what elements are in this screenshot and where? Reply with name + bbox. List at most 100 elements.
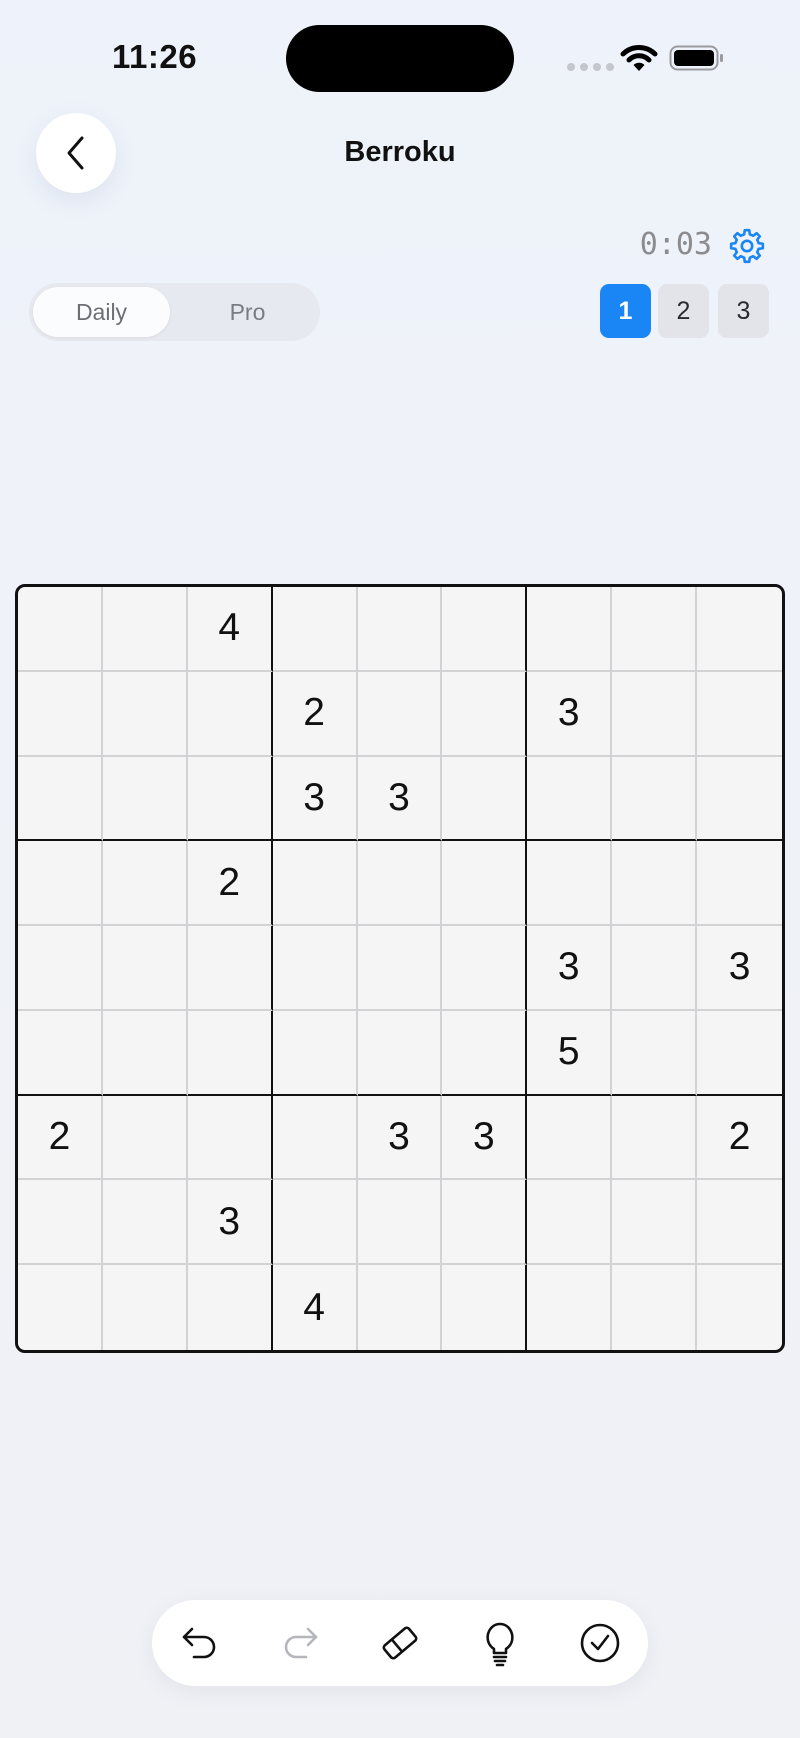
grid-cell[interactable]	[102, 926, 188, 1011]
grid-cell[interactable]	[187, 1095, 273, 1181]
grid-cell[interactable]	[442, 756, 528, 842]
grid-cell[interactable]	[697, 841, 782, 927]
grid-cell[interactable]	[102, 841, 188, 927]
grid-cell[interactable]	[18, 587, 103, 672]
grid-cell[interactable]	[612, 1180, 698, 1266]
grid-cell[interactable]	[18, 841, 103, 927]
check-circle-icon	[580, 1623, 620, 1663]
grid-cell[interactable]	[357, 926, 443, 1011]
bottom-toolbar	[152, 1600, 648, 1686]
grid-cell[interactable]	[102, 1010, 188, 1096]
grid-cell[interactable]: 3	[357, 756, 443, 842]
grid-cell[interactable]: 2	[697, 1096, 782, 1181]
puzzle-board: 423332335233234	[15, 584, 785, 1353]
grid-cell[interactable]	[102, 587, 188, 672]
grid-cell[interactable]	[357, 841, 443, 927]
grid-cell[interactable]	[18, 1010, 103, 1096]
grid-cell[interactable]	[442, 1010, 528, 1096]
tab-pro[interactable]: Pro	[179, 287, 316, 337]
grid-cell[interactable]	[357, 587, 443, 672]
grid-cell[interactable]	[527, 1265, 613, 1350]
puzzle-grid: 423332335233234	[18, 587, 782, 1350]
grid-cell[interactable]: 3	[357, 1095, 443, 1181]
grid-cell[interactable]	[18, 926, 103, 1011]
grid-cell[interactable]: 4	[187, 587, 273, 672]
grid-cell[interactable]	[612, 756, 698, 842]
grid-cell[interactable]	[272, 841, 358, 927]
grid-cell[interactable]: 4	[273, 1265, 358, 1350]
level-1-button[interactable]: 1	[600, 284, 651, 338]
grid-cell[interactable]	[18, 1265, 103, 1350]
grid-cell[interactable]	[612, 1265, 698, 1350]
grid-cell[interactable]	[612, 1095, 698, 1181]
grid-cell[interactable]	[187, 1010, 273, 1096]
grid-cell[interactable]: 2	[187, 841, 273, 927]
grid-cell[interactable]	[612, 841, 698, 927]
grid-cell[interactable]	[358, 1265, 443, 1350]
grid-cell[interactable]	[272, 1010, 358, 1096]
grid-cell[interactable]	[18, 756, 103, 842]
grid-cell[interactable]	[442, 1180, 528, 1266]
grid-cell[interactable]	[103, 1265, 188, 1350]
grid-cell[interactable]	[612, 1010, 698, 1096]
grid-cell[interactable]: 3	[442, 1095, 528, 1181]
grid-cell[interactable]	[442, 841, 528, 927]
grid-cell[interactable]	[527, 1095, 613, 1181]
grid-cell[interactable]	[102, 671, 188, 757]
grid-cell[interactable]	[102, 1180, 188, 1266]
grid-cell[interactable]	[612, 587, 698, 672]
grid-cell[interactable]: 5	[527, 1010, 613, 1096]
eraser-button[interactable]	[376, 1619, 424, 1667]
grid-cell[interactable]	[442, 587, 528, 672]
grid-cell[interactable]	[357, 1180, 443, 1266]
grid-cell[interactable]	[697, 1265, 782, 1350]
grid-cell[interactable]	[697, 1180, 782, 1266]
grid-cell[interactable]: 3	[527, 926, 613, 1011]
grid-cell[interactable]	[188, 1265, 273, 1350]
grid-cell[interactable]	[187, 926, 273, 1011]
grid-cell[interactable]	[272, 587, 358, 672]
undo-button[interactable]	[176, 1619, 224, 1667]
grid-cell[interactable]	[697, 1011, 782, 1096]
level-3-button[interactable]: 3	[718, 284, 769, 338]
grid-cell[interactable]	[527, 756, 613, 842]
grid-cell[interactable]	[357, 1010, 443, 1096]
grid-cell[interactable]	[357, 671, 443, 757]
gear-icon[interactable]	[727, 226, 767, 266]
grid-cell[interactable]	[442, 1265, 528, 1350]
grid-cell[interactable]	[527, 587, 613, 672]
grid-cell[interactable]	[442, 926, 528, 1011]
grid-cell[interactable]	[612, 671, 698, 757]
grid-cell[interactable]	[442, 671, 528, 757]
grid-cell[interactable]	[187, 671, 273, 757]
grid-cell[interactable]	[18, 1180, 103, 1266]
level-2-button[interactable]: 2	[658, 284, 709, 338]
grid-cell[interactable]	[102, 1095, 188, 1181]
grid-cell[interactable]: 2	[272, 671, 358, 757]
grid-cell[interactable]: 2	[18, 1095, 103, 1181]
grid-cell[interactable]	[697, 587, 782, 672]
grid-cell[interactable]	[272, 1095, 358, 1181]
grid-cell[interactable]	[272, 1180, 358, 1266]
grid-cell[interactable]	[697, 757, 782, 842]
grid-cell[interactable]	[102, 756, 188, 842]
grid-cell[interactable]: 3	[697, 926, 782, 1011]
grid-cell[interactable]: 3	[272, 756, 358, 842]
grid-cell[interactable]	[272, 926, 358, 1011]
redo-button[interactable]	[276, 1619, 324, 1667]
dynamic-island	[286, 25, 514, 92]
grid-cell[interactable]	[527, 1180, 613, 1266]
grid-cell[interactable]	[187, 756, 273, 842]
grid-cell[interactable]: 3	[187, 1180, 273, 1266]
grid-cell[interactable]	[612, 926, 698, 1011]
grid-cell[interactable]	[527, 841, 613, 927]
grid-cell[interactable]: 3	[527, 671, 613, 757]
tab-daily[interactable]: Daily	[33, 287, 170, 337]
grid-cell[interactable]	[697, 672, 782, 757]
check-button[interactable]	[576, 1619, 624, 1667]
hint-button[interactable]	[476, 1619, 524, 1667]
signal-icon	[567, 63, 614, 71]
page-title: Berroku	[344, 136, 456, 168]
status-time: 11:26	[112, 38, 198, 75]
grid-cell[interactable]	[18, 671, 103, 757]
